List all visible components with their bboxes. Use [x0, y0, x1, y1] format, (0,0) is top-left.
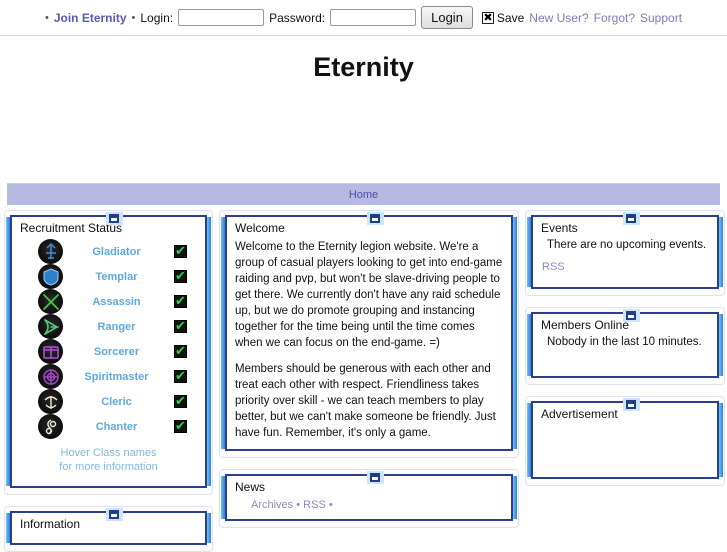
- panel-restore-icon[interactable]: [106, 212, 123, 225]
- class-name: Assassin: [92, 295, 141, 308]
- members-online-panel: Members Online Nobody in the last 10 min…: [525, 307, 725, 385]
- middle-column: Welcome Welcome to the Eternity legion w…: [219, 210, 519, 545]
- class-row-sorcerer[interactable]: Sorcerer ✔: [20, 339, 197, 364]
- ranger-class-icon: [38, 314, 63, 339]
- advertisement-body: Advertisement: [533, 403, 717, 477]
- site-title: Eternity: [313, 52, 414, 82]
- welcome-paragraph-1: Welcome to the Eternity legion website. …: [235, 241, 503, 349]
- bullet-separator: •: [296, 499, 301, 511]
- class-name: Templar: [95, 270, 138, 283]
- assassin-class-icon: [38, 289, 63, 314]
- cleric-class-icon: [38, 389, 63, 414]
- panel-restore-icon[interactable]: [367, 471, 384, 484]
- login-input[interactable]: [178, 9, 265, 26]
- login-label: Login:: [140, 10, 174, 25]
- class-name: Cleric: [101, 395, 132, 408]
- bullet-separator: •: [131, 11, 136, 24]
- panel-restore-icon[interactable]: [623, 398, 640, 411]
- members-online-empty-text: Nobody in the last 10 minutes.: [547, 336, 702, 348]
- advertisement-panel: Advertisement: [525, 396, 725, 486]
- panel-restore-icon[interactable]: [106, 508, 123, 521]
- templar-class-icon: [38, 264, 63, 289]
- save-label: Save: [496, 10, 525, 25]
- class-row-cleric[interactable]: Cleric ✔: [20, 389, 197, 414]
- class-name: Chanter: [95, 420, 138, 433]
- class-row-chanter[interactable]: Chanter ✔: [20, 414, 197, 439]
- welcome-body: Welcome Welcome to the Eternity legion w…: [227, 217, 511, 449]
- welcome-paragraph-2: Members should be generous with each oth…: [235, 363, 496, 439]
- left-column: Recruitment Status Gladiator ✔ Templar ✔…: [4, 210, 213, 552]
- welcome-panel: Welcome Welcome to the Eternity legion w…: [219, 210, 519, 458]
- password-label: Password:: [269, 10, 326, 25]
- save-credentials-group[interactable]: ✖ Save: [481, 10, 525, 25]
- nav-item-home[interactable]: Home: [349, 189, 378, 201]
- events-panel: Events There are no upcoming events. RSS: [525, 210, 725, 296]
- new-user-link[interactable]: New User?: [529, 11, 588, 25]
- news-archives-link[interactable]: Archives: [251, 499, 293, 511]
- class-row-templar[interactable]: Templar ✔: [20, 264, 197, 289]
- events-empty-text: There are no upcoming events.: [547, 239, 707, 251]
- hover-hint: Hover Class names for more information: [20, 446, 197, 474]
- recruitment-checkbox: ✔: [174, 269, 187, 284]
- class-name: Ranger: [97, 320, 136, 333]
- hover-hint-line1: Hover Class names: [60, 447, 157, 459]
- sorcerer-class-icon: [38, 339, 63, 364]
- join-eternity-link[interactable]: Join Eternity: [54, 11, 127, 25]
- class-name: Sorcerer: [93, 345, 140, 358]
- class-row-ranger[interactable]: Ranger ✔: [20, 314, 197, 339]
- panel-restore-icon[interactable]: [367, 212, 384, 225]
- class-row-spiritmaster[interactable]: Spiritmaster ✔: [20, 364, 197, 389]
- panel-frame: Recruitment Status Gladiator ✔ Templar ✔…: [6, 215, 211, 488]
- panel-frame: Advertisement: [527, 401, 723, 479]
- recruitment-checkbox: ✔: [174, 319, 187, 334]
- recruitment-checkbox: ✔: [174, 369, 187, 384]
- news-panel: News Archives • RSS •: [219, 469, 519, 528]
- panel-restore-icon[interactable]: [623, 309, 640, 322]
- save-checkbox[interactable]: ✖: [481, 11, 494, 24]
- news-rss-link[interactable]: RSS: [303, 499, 326, 511]
- main-navigation: Home: [7, 183, 720, 205]
- recruitment-status-panel: Recruitment Status Gladiator ✔ Templar ✔…: [4, 210, 213, 495]
- class-name: Gladiator: [92, 245, 141, 258]
- chanter-class-icon: [38, 414, 63, 439]
- recruitment-body: Recruitment Status Gladiator ✔ Templar ✔…: [12, 217, 205, 486]
- recruitment-checkbox: ✔: [174, 394, 187, 409]
- bullet-separator: •: [44, 11, 49, 24]
- support-link[interactable]: Support: [640, 11, 682, 25]
- spiritmaster-class-icon: [38, 364, 63, 389]
- class-row-assassin[interactable]: Assassin ✔: [20, 289, 197, 314]
- login-bar: • Join Eternity • Login: Password: Login…: [0, 0, 727, 36]
- members-online-body: Members Online Nobody in the last 10 min…: [533, 314, 717, 376]
- recruitment-checkbox: ✔: [174, 244, 187, 259]
- panel-frame: Welcome Welcome to the Eternity legion w…: [221, 215, 517, 451]
- right-column: Events There are no upcoming events. RSS…: [525, 210, 725, 545]
- forgot-password-link[interactable]: Forgot?: [594, 11, 635, 25]
- password-input[interactable]: [330, 9, 417, 26]
- recruitment-checkbox: ✔: [174, 419, 187, 434]
- events-body: Events There are no upcoming events. RSS: [533, 217, 717, 287]
- content-columns: Recruitment Status Gladiator ✔ Templar ✔…: [0, 210, 727, 552]
- hover-hint-line2: for more information: [59, 461, 158, 473]
- panel-frame: Events There are no upcoming events. RSS: [527, 215, 723, 289]
- class-row-gladiator[interactable]: Gladiator ✔: [20, 239, 197, 264]
- information-panel: Information: [4, 506, 213, 552]
- bullet-separator: •: [328, 499, 333, 511]
- news-links: Archives • RSS •: [251, 499, 503, 511]
- recruitment-checkbox: ✔: [174, 344, 187, 359]
- events-rss-link[interactable]: RSS: [542, 261, 565, 273]
- gladiator-class-icon: [38, 239, 63, 264]
- class-name: Spiritmaster: [84, 370, 149, 383]
- panel-restore-icon[interactable]: [623, 212, 640, 225]
- login-button[interactable]: Login: [421, 6, 473, 29]
- recruitment-checkbox: ✔: [174, 294, 187, 309]
